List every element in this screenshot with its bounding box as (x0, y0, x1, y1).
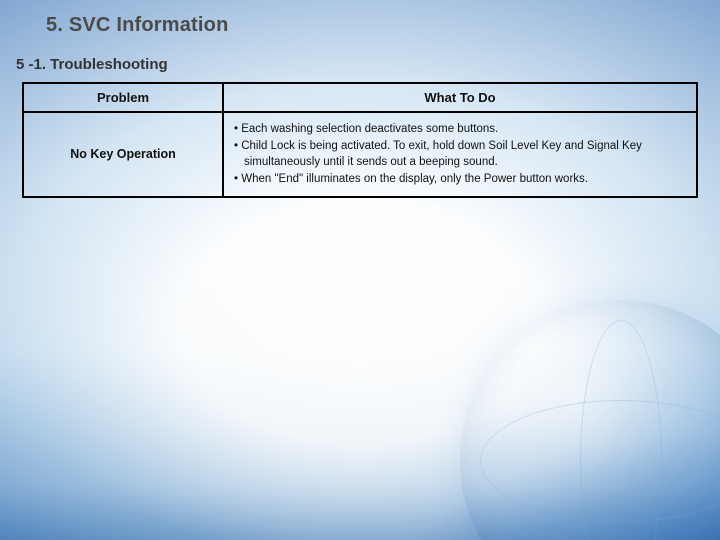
decorative-globe (460, 300, 720, 540)
cell-action: • Each washing selection deactivates som… (223, 112, 697, 197)
table-row: No Key Operation • Each washing selectio… (23, 112, 697, 197)
table-header-row: Problem What To Do (23, 83, 697, 112)
page-title: 5. SVC Information (46, 14, 229, 37)
slide-background: 5. SVC Information 5 -1. Troubleshooting… (0, 0, 720, 540)
action-bullet: • When "End" illuminates on the display,… (234, 171, 686, 188)
cell-problem: No Key Operation (23, 112, 223, 197)
troubleshooting-table: Problem What To Do No Key Operation • Ea… (22, 82, 698, 198)
action-bullet-text: Child Lock is being activated. To exit, … (241, 140, 642, 169)
section-heading: 5 -1. Troubleshooting (16, 56, 168, 73)
action-bullet: • Each washing selection deactivates som… (234, 121, 686, 138)
action-bullet-text: When "End" illuminates on the display, o… (241, 173, 588, 185)
header-action: What To Do (223, 83, 697, 112)
header-problem: Problem (23, 83, 223, 112)
action-bullet: • Child Lock is being activated. To exit… (234, 138, 686, 171)
action-bullet-text: Each washing selection deactivates some … (241, 123, 498, 135)
